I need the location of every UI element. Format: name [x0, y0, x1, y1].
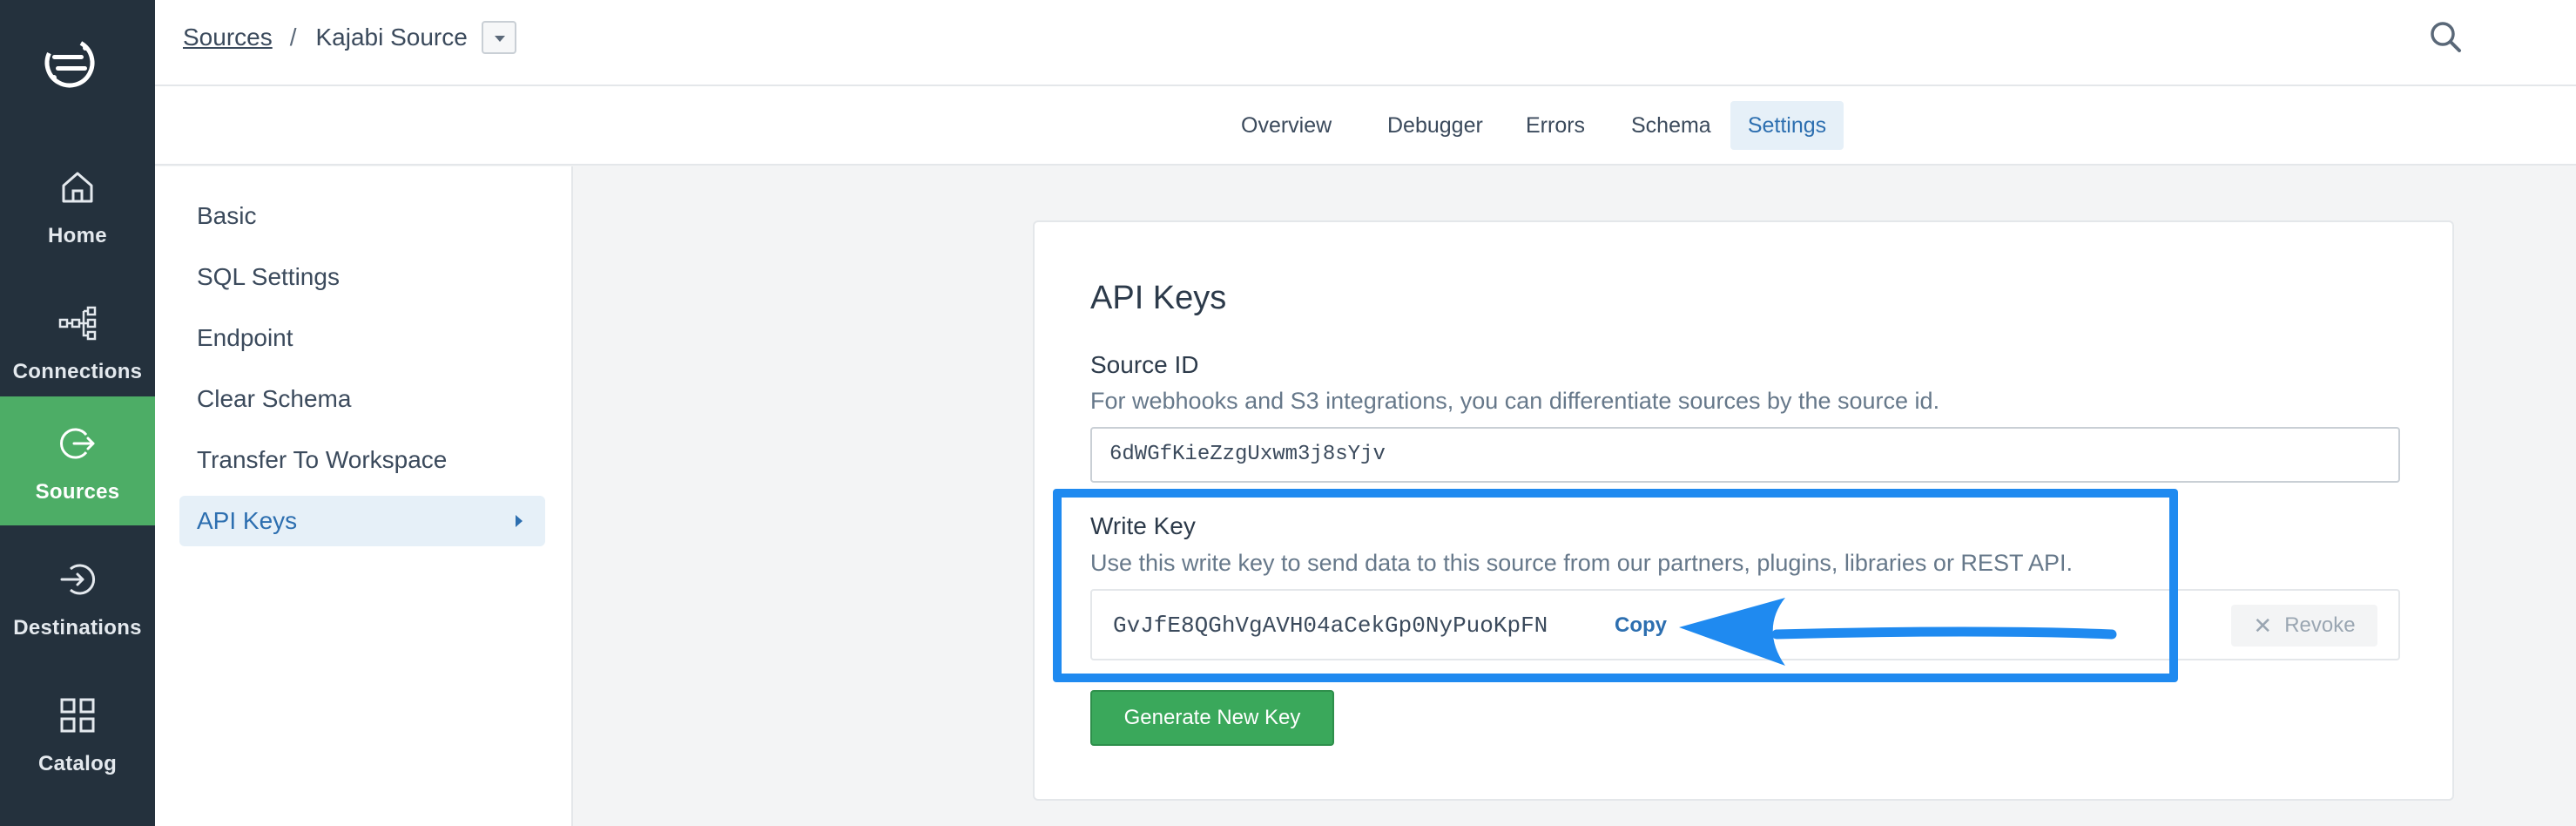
nav-label-connections: Connections [12, 360, 143, 383]
settings-side-menu: Basic SQL Settings Endpoint Clear Schema… [155, 166, 573, 826]
write-key-field: GvJfE8QGhVgAVH04aCekGp0NyPuoKpFN Copy ✕ … [1090, 589, 2400, 660]
left-nav: Home Connections Sources Destinations Ca… [0, 0, 155, 826]
side-item-endpoint[interactable]: Endpoint [179, 313, 545, 363]
side-item-transfer-to-workspace[interactable]: Transfer To Workspace [179, 435, 545, 485]
tabs-bar: Overview Debugger Errors Schema Settings [155, 86, 2576, 166]
side-item-basic[interactable]: Basic [179, 191, 545, 241]
generate-new-key-button[interactable]: Generate New Key [1090, 690, 1334, 746]
home-icon [62, 172, 93, 203]
nav-item-catalog[interactable]: Catalog [0, 668, 155, 797]
destinations-icon [60, 564, 96, 595]
nav-label-home: Home [48, 224, 107, 247]
source-id-field[interactable]: 6dWGfKieZzgUxwm3j8sYjv [1090, 427, 2400, 483]
revoke-button[interactable]: ✕ Revoke [2231, 605, 2377, 647]
side-item-api-keys-label: API Keys [197, 507, 298, 534]
breadcrumb: Sources / Kajabi Source [183, 21, 516, 54]
caret-right-icon [516, 515, 523, 527]
nav-item-connections[interactable]: Connections [0, 276, 155, 405]
source-id-description: For webhooks and S3 integrations, you ca… [1090, 388, 1940, 414]
copy-write-key-button[interactable]: Copy [1615, 613, 1667, 638]
tab-overview[interactable]: Overview [1231, 101, 1342, 150]
breadcrumb-current: Kajabi Source [315, 24, 468, 51]
card-title: API Keys [1090, 280, 1227, 316]
breadcrumb-sources-link[interactable]: Sources [183, 24, 273, 51]
nav-item-destinations[interactable]: Destinations [0, 532, 155, 661]
nav-item-sources[interactable]: Sources [0, 396, 155, 525]
write-key-label: Write Key [1090, 512, 1196, 539]
side-item-api-keys[interactable]: API Keys [179, 496, 545, 546]
nav-item-home[interactable]: Home [0, 140, 155, 269]
close-icon: ✕ [2253, 612, 2273, 639]
write-key-value[interactable]: GvJfE8QGhVgAVH04aCekGp0NyPuoKpFN [1113, 613, 1548, 639]
side-item-sql-settings[interactable]: SQL Settings [179, 252, 545, 302]
side-item-clear-schema[interactable]: Clear Schema [179, 374, 545, 424]
search-icon[interactable] [2428, 19, 2463, 54]
nav-label-catalog: Catalog [37, 752, 118, 775]
tab-settings[interactable]: Settings [1730, 101, 1844, 150]
nav-label-sources: Sources [35, 480, 120, 504]
source-id-label: Source ID [1090, 351, 1199, 378]
revoke-label: Revoke [2284, 613, 2356, 637]
write-key-description: Use this write key to send data to this … [1090, 550, 2073, 576]
logo-icon[interactable] [38, 31, 101, 94]
source-id-value: 6dWGfKieZzgUxwm3j8sYjv [1109, 443, 1386, 466]
catalog-icon [60, 698, 95, 733]
sources-icon [60, 428, 95, 459]
connections-icon [58, 306, 97, 341]
api-keys-card: API Keys Source ID For webhooks and S3 i… [1033, 220, 2454, 801]
breadcrumb-separator: / [289, 24, 297, 51]
top-bar: Sources / Kajabi Source [155, 0, 2576, 86]
source-switcher-dropdown[interactable] [481, 21, 516, 54]
tab-schema[interactable]: Schema [1621, 101, 1722, 150]
tab-errors[interactable]: Errors [1515, 101, 1595, 150]
nav-label-destinations: Destinations [13, 616, 142, 640]
tab-debugger[interactable]: Debugger [1377, 101, 1494, 150]
